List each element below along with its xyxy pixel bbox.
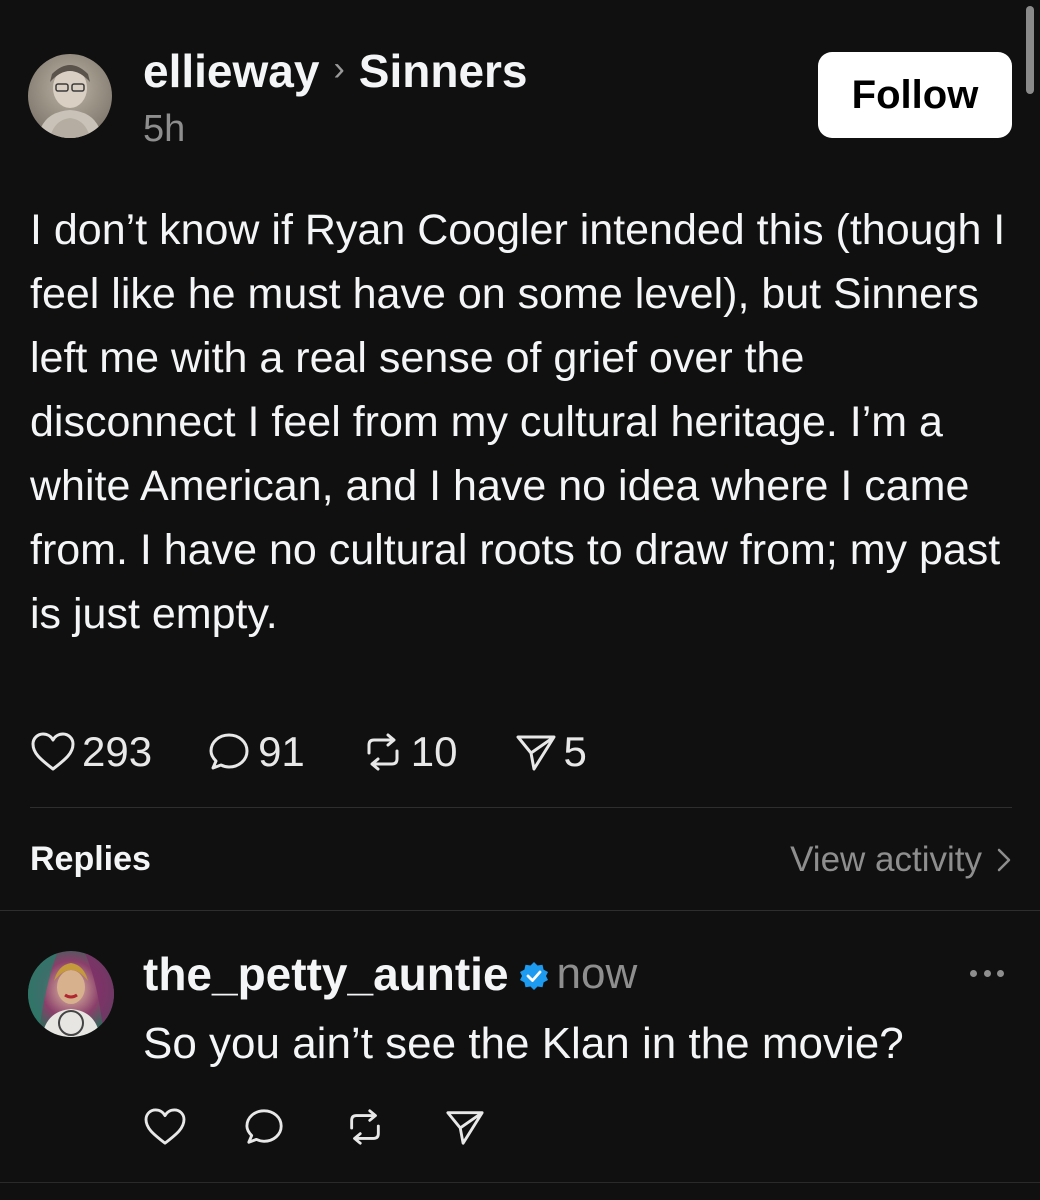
repost-icon (367, 733, 399, 771)
post-text: I don’t know if Ryan Coogler intended th… (30, 206, 1006, 638)
scrollbar[interactable] (1026, 6, 1034, 94)
reply-text: So you ain’t see the Klan in the movie? (143, 1019, 904, 1068)
verified-badge-icon (519, 962, 548, 990)
replies-bar: Replies View activity (30, 830, 1012, 890)
post-timestamp: 5h (143, 108, 186, 150)
replies-heading[interactable]: Replies (30, 840, 151, 879)
view-activity-label: View activity (790, 840, 982, 879)
dot (997, 969, 1004, 977)
like-button[interactable]: 293 (30, 728, 152, 776)
reply-item: the_petty_auntie now So you ain’t see th… (28, 945, 1018, 1165)
repost-button[interactable]: 10 (361, 728, 458, 776)
more-options-icon[interactable] (970, 963, 1004, 983)
dot (983, 969, 991, 977)
comment-icon (245, 1109, 283, 1144)
avatar-photo (28, 951, 114, 1037)
author-line: ellieway › Sinners (143, 44, 528, 98)
reply-repost-button[interactable] (343, 1105, 387, 1149)
avatar[interactable] (28, 54, 112, 138)
share-button[interactable]: 5 (514, 728, 587, 776)
post-actions: 293 91 10 5 (30, 722, 643, 782)
reply-header: the_petty_auntie now (143, 947, 637, 1001)
view-activity-link[interactable]: View activity (790, 840, 1012, 880)
dot (970, 969, 977, 977)
post-header: ellieway › Sinners 5h Follow (28, 44, 1012, 150)
comment-icon (209, 733, 249, 770)
comment-button[interactable]: 91 (208, 728, 305, 776)
reply-comment-button[interactable] (243, 1105, 287, 1149)
share-icon (446, 1111, 484, 1145)
reply-avatar[interactable] (28, 951, 114, 1037)
share-count: 5 (563, 728, 587, 775)
divider (0, 1182, 1040, 1183)
avatar-photo (38, 65, 102, 138)
follow-button[interactable]: Follow (818, 52, 1012, 138)
reply-actions (143, 1105, 543, 1149)
reply-username[interactable]: the_petty_auntie (143, 947, 509, 1001)
repost-count: 10 (410, 728, 458, 775)
reply-like-button[interactable] (143, 1105, 187, 1149)
repost-icon (350, 1109, 380, 1145)
like-count: 293 (82, 728, 153, 775)
reply-timestamp: now (556, 949, 638, 998)
share-icon (516, 735, 556, 771)
heart-icon (31, 732, 75, 771)
reply-share-button[interactable] (443, 1105, 487, 1149)
divider (0, 910, 1040, 911)
comment-count: 91 (258, 728, 305, 775)
author-username[interactable]: ellieway (143, 44, 319, 98)
chevron-right-icon: › (333, 49, 345, 88)
divider (30, 807, 1012, 808)
chevron-right-icon (997, 848, 1011, 872)
heart-icon (144, 1108, 186, 1145)
community-name[interactable]: Sinners (359, 44, 528, 98)
